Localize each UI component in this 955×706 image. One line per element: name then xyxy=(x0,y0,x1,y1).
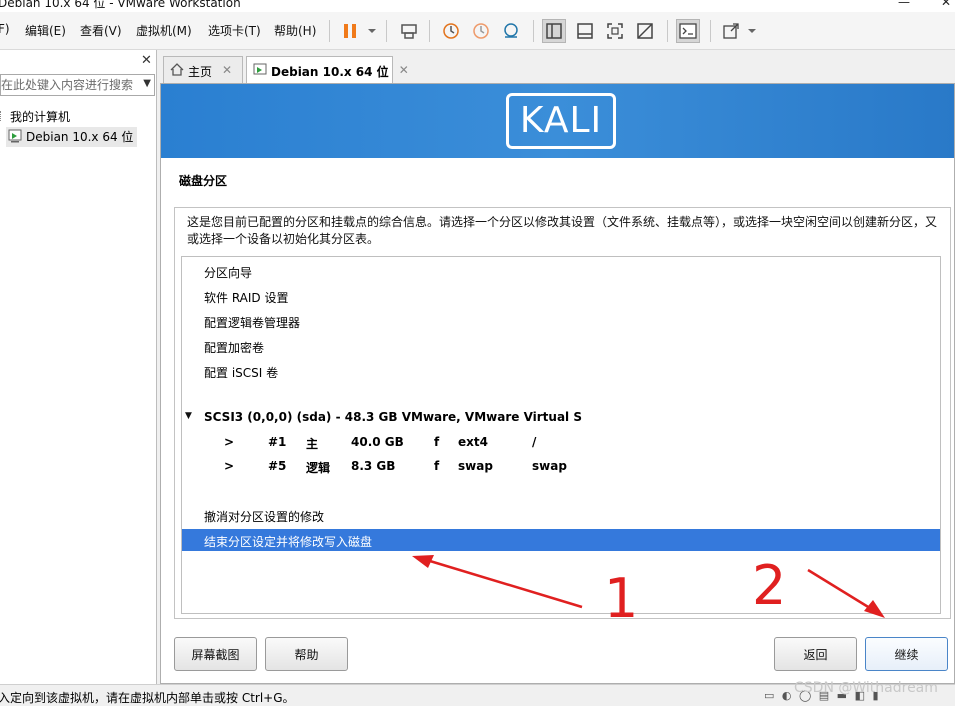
annotation-label-1: 1 xyxy=(604,567,638,630)
annotation-label-2: 2 xyxy=(752,554,786,617)
annotation-arrow-2 xyxy=(807,568,885,618)
annotation-overlay: 1 2 xyxy=(412,554,885,630)
annotation-arrow-1 xyxy=(412,555,583,609)
watermark: CSDN @Withadream xyxy=(794,680,938,696)
status-text: 入定向到该虚拟机，请在虚拟机内部单击或按 Ctrl+G。 xyxy=(0,691,295,705)
